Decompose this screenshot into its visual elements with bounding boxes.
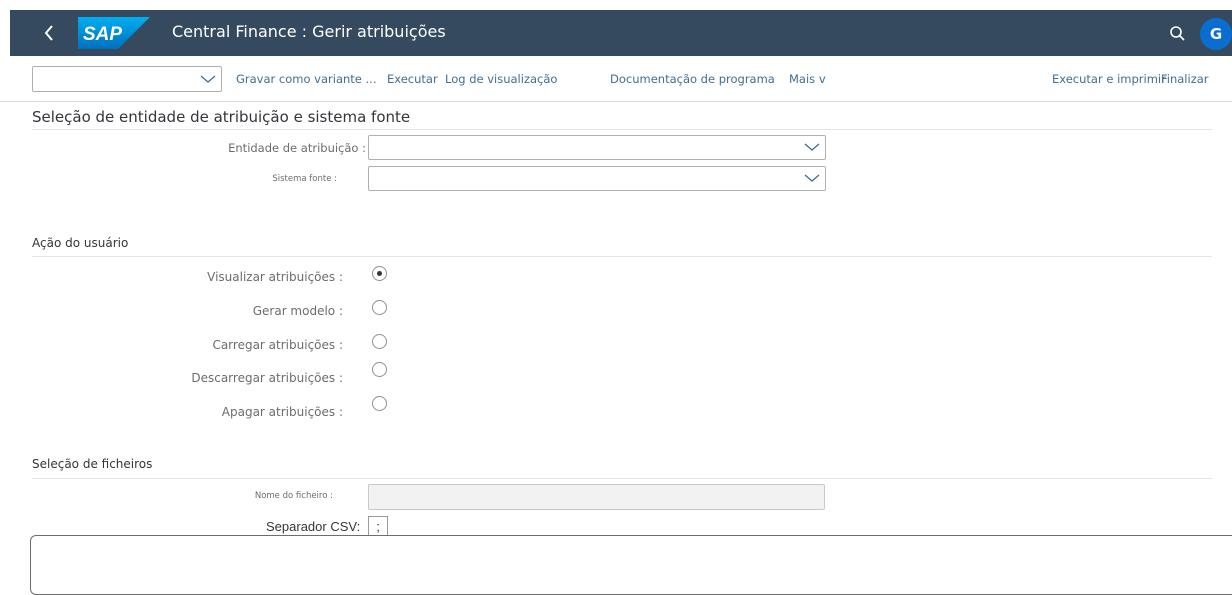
more-chevron: v	[818, 72, 826, 86]
more-label: Mais	[789, 72, 816, 86]
file-selection-title: Seleção de ficheiros	[32, 457, 153, 471]
radio-delete-assignments[interactable]	[372, 396, 387, 411]
filename-label: Nome do ficheiro :	[254, 491, 333, 501]
search-button[interactable]	[1166, 22, 1190, 46]
app-title: Central Finance : Gerir atribuições	[172, 22, 446, 41]
overlay-panel	[30, 535, 1232, 595]
option-label-upload: Carregar atribuições :	[212, 338, 343, 352]
shell-bar: SAP Central Finance : Gerir atribuições …	[10, 10, 1232, 56]
source-system-label: Sistema fonte :	[272, 174, 337, 184]
back-icon	[44, 25, 53, 41]
more-menu[interactable]: Mais v	[789, 72, 826, 86]
section-divider	[32, 256, 1212, 257]
entity-combobox[interactable]	[368, 135, 826, 160]
execute-print-link[interactable]: Executar e imprimir	[1052, 72, 1166, 86]
filename-input[interactable]	[368, 484, 825, 510]
sap-logo-text: SAP	[83, 24, 122, 45]
view-log-link[interactable]: Log de visualização	[445, 72, 557, 86]
source-system-combobox[interactable]	[368, 166, 826, 191]
radio-view-assignments[interactable]	[372, 266, 387, 281]
chevron-down-icon	[200, 75, 216, 83]
top-strip	[0, 0, 1232, 10]
option-label-delete: Apagar atribuições :	[221, 405, 343, 419]
program-documentation-link[interactable]: Documentação de programa	[610, 72, 775, 86]
section-divider	[32, 129, 1212, 130]
toolbar: Gravar como variante ... Executar Log de…	[0, 56, 1232, 102]
variant-select[interactable]	[32, 66, 222, 92]
sap-logo[interactable]: SAP	[78, 17, 150, 49]
chevron-down-icon	[804, 174, 820, 182]
radio-upload-assignments[interactable]	[372, 334, 387, 349]
option-label-view: Visualizar atribuições :	[207, 270, 343, 284]
radio-download-assignments[interactable]	[372, 362, 387, 377]
search-icon	[1170, 26, 1185, 41]
user-action-title: Ação do usuário	[32, 236, 129, 250]
option-label-download: Descarregar atribuições :	[191, 371, 343, 385]
section-divider	[32, 478, 1212, 479]
chevron-down-icon	[804, 143, 820, 151]
user-avatar[interactable]: G	[1200, 18, 1232, 50]
back-button[interactable]	[32, 10, 66, 56]
finish-link[interactable]: Finalizar	[1161, 72, 1209, 86]
section-title-entity: Seleção de entidade de atribuição e sist…	[32, 108, 411, 126]
radio-generate-template[interactable]	[372, 300, 387, 315]
entity-label: Entidade de atribuição :	[228, 141, 366, 155]
csv-separator-label: Separador CSV:	[266, 519, 361, 534]
option-label-generate: Gerar modelo :	[252, 304, 343, 318]
save-variant-link[interactable]: Gravar como variante ...	[236, 72, 377, 86]
execute-link[interactable]: Executar	[387, 72, 438, 86]
